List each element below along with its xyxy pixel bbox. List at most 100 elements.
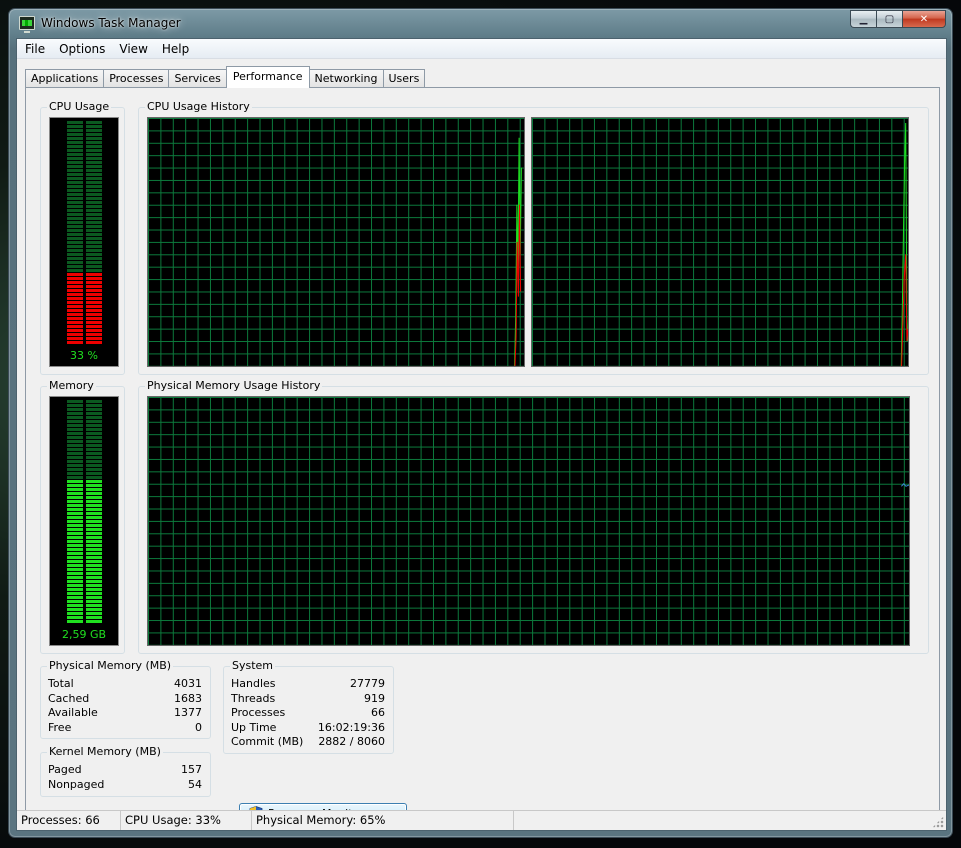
menu-help[interactable]: Help xyxy=(155,39,196,59)
memory-meter: 2,59 GB xyxy=(49,396,119,646)
meter-segment xyxy=(67,428,102,431)
memory-label: Memory xyxy=(47,379,96,393)
menu-file[interactable]: File xyxy=(18,39,52,59)
memory-value: 2,59 GB xyxy=(61,628,107,641)
meter-segment xyxy=(67,173,102,176)
meter-segment xyxy=(67,177,102,180)
kernel-memory-label: Kernel Memory (MB) xyxy=(47,745,163,759)
stat-value: 1377 xyxy=(174,706,202,719)
meter-segment xyxy=(67,616,102,619)
history-trace xyxy=(900,122,908,366)
stat-row-threads: Threads 919 xyxy=(231,692,385,706)
tab-processes[interactable]: Processes xyxy=(103,69,170,88)
meter-segment xyxy=(67,149,102,152)
stat-value: 16:02:19:36 xyxy=(317,721,385,734)
stat-value: 919 xyxy=(364,692,385,705)
status-processes: Processes: 66 xyxy=(17,811,121,830)
meter-segment xyxy=(67,464,102,467)
stat-row-handles: Handles 27779 xyxy=(231,677,385,691)
physical-memory-group: Physical Memory (MB) Total 4031 Cached 168… xyxy=(40,659,211,739)
meter-segment xyxy=(67,436,102,439)
meter-segment xyxy=(67,253,102,256)
tab-users[interactable]: Users xyxy=(382,69,426,88)
status-bar: Processes: 66 CPU Usage: 33% Physical Me… xyxy=(17,810,946,830)
meter-segment xyxy=(67,488,102,491)
stat-value: 54 xyxy=(188,778,202,791)
memory-history-graph xyxy=(147,396,910,646)
stat-row-free: Free 0 xyxy=(48,721,202,735)
title-bar[interactable]: Windows Task Manager ▁ ▢ ✕ xyxy=(9,9,952,39)
memory-history-label: Physical Memory Usage History xyxy=(145,379,323,393)
meter-segment xyxy=(67,197,102,200)
meter-segment xyxy=(67,512,102,515)
meter-segment xyxy=(67,257,102,260)
meter-segment xyxy=(67,540,102,543)
cpu-usage-label: CPU Usage xyxy=(47,100,112,114)
stat-key: Nonpaged xyxy=(48,778,105,791)
meter-segment xyxy=(67,448,102,451)
stat-value: 0 xyxy=(195,721,202,734)
meter-segment xyxy=(67,293,102,296)
meter-segment xyxy=(67,508,102,511)
meter-segment xyxy=(67,289,102,292)
meter-segment xyxy=(67,568,102,571)
stat-key: Available xyxy=(48,706,98,719)
history-trace xyxy=(901,483,909,487)
meter-segment xyxy=(67,277,102,280)
menu-view[interactable]: View xyxy=(112,39,154,59)
stat-key: Commit (MB) xyxy=(231,735,304,748)
close-icon: ✕ xyxy=(919,13,929,25)
tab-services[interactable]: Services xyxy=(168,69,227,88)
close-button[interactable]: ✕ xyxy=(902,10,946,28)
meter-segment xyxy=(67,580,102,583)
tab-applications[interactable]: Applications xyxy=(25,69,105,88)
meter-segment xyxy=(67,524,102,527)
minimize-button[interactable]: ▁ xyxy=(850,10,876,28)
meter-segment xyxy=(67,500,102,503)
meter-segment xyxy=(67,145,102,148)
meter-segment xyxy=(67,516,102,519)
meter-segment xyxy=(67,572,102,575)
meter-segment xyxy=(67,265,102,268)
meter-segment xyxy=(67,165,102,168)
cpu-history-group: CPU Usage History xyxy=(138,100,929,375)
stat-row-uptime: Up Time 16:02:19:36 xyxy=(231,721,385,735)
history-line xyxy=(901,483,909,487)
cpu-usage-value: 33 % xyxy=(70,349,98,362)
meter-segment xyxy=(67,189,102,192)
meter-segment xyxy=(67,281,102,284)
meter-segment xyxy=(67,440,102,443)
task-manager-window: Windows Task Manager ▁ ▢ ✕ File Options … xyxy=(8,8,953,838)
meter-segment xyxy=(67,528,102,531)
meter-segment xyxy=(67,225,102,228)
maximize-button[interactable]: ▢ xyxy=(876,10,902,28)
meter-segment xyxy=(67,416,102,419)
history-trace xyxy=(514,137,522,366)
cpu-meter-bars xyxy=(67,121,102,345)
meter-segment xyxy=(67,161,102,164)
stat-value: 66 xyxy=(371,706,385,719)
stat-key: Paged xyxy=(48,763,82,776)
meter-segment xyxy=(67,408,102,411)
tab-performance[interactable]: Performance xyxy=(225,66,310,88)
meter-segment xyxy=(67,460,102,463)
client-area: File Options View Help Applications Proc… xyxy=(16,38,947,831)
meter-segment xyxy=(67,169,102,172)
meter-segment xyxy=(67,600,102,603)
stat-value: 157 xyxy=(181,763,202,776)
meter-segment xyxy=(67,496,102,499)
meter-segment xyxy=(67,181,102,184)
stat-value: 27779 xyxy=(350,677,385,690)
tab-networking[interactable]: Networking xyxy=(308,69,384,88)
meter-segment xyxy=(67,620,102,623)
meter-segment xyxy=(67,588,102,591)
memory-history-group: Physical Memory Usage History xyxy=(138,379,929,654)
memory-group: Memory 2,59 GB xyxy=(40,379,125,654)
meter-segment xyxy=(67,329,102,332)
stat-value: 1683 xyxy=(174,692,202,705)
meter-segment xyxy=(67,596,102,599)
meter-segment xyxy=(67,309,102,312)
meter-segment xyxy=(67,325,102,328)
menu-options[interactable]: Options xyxy=(52,39,112,59)
caption-buttons: ▁ ▢ ✕ xyxy=(850,10,946,28)
